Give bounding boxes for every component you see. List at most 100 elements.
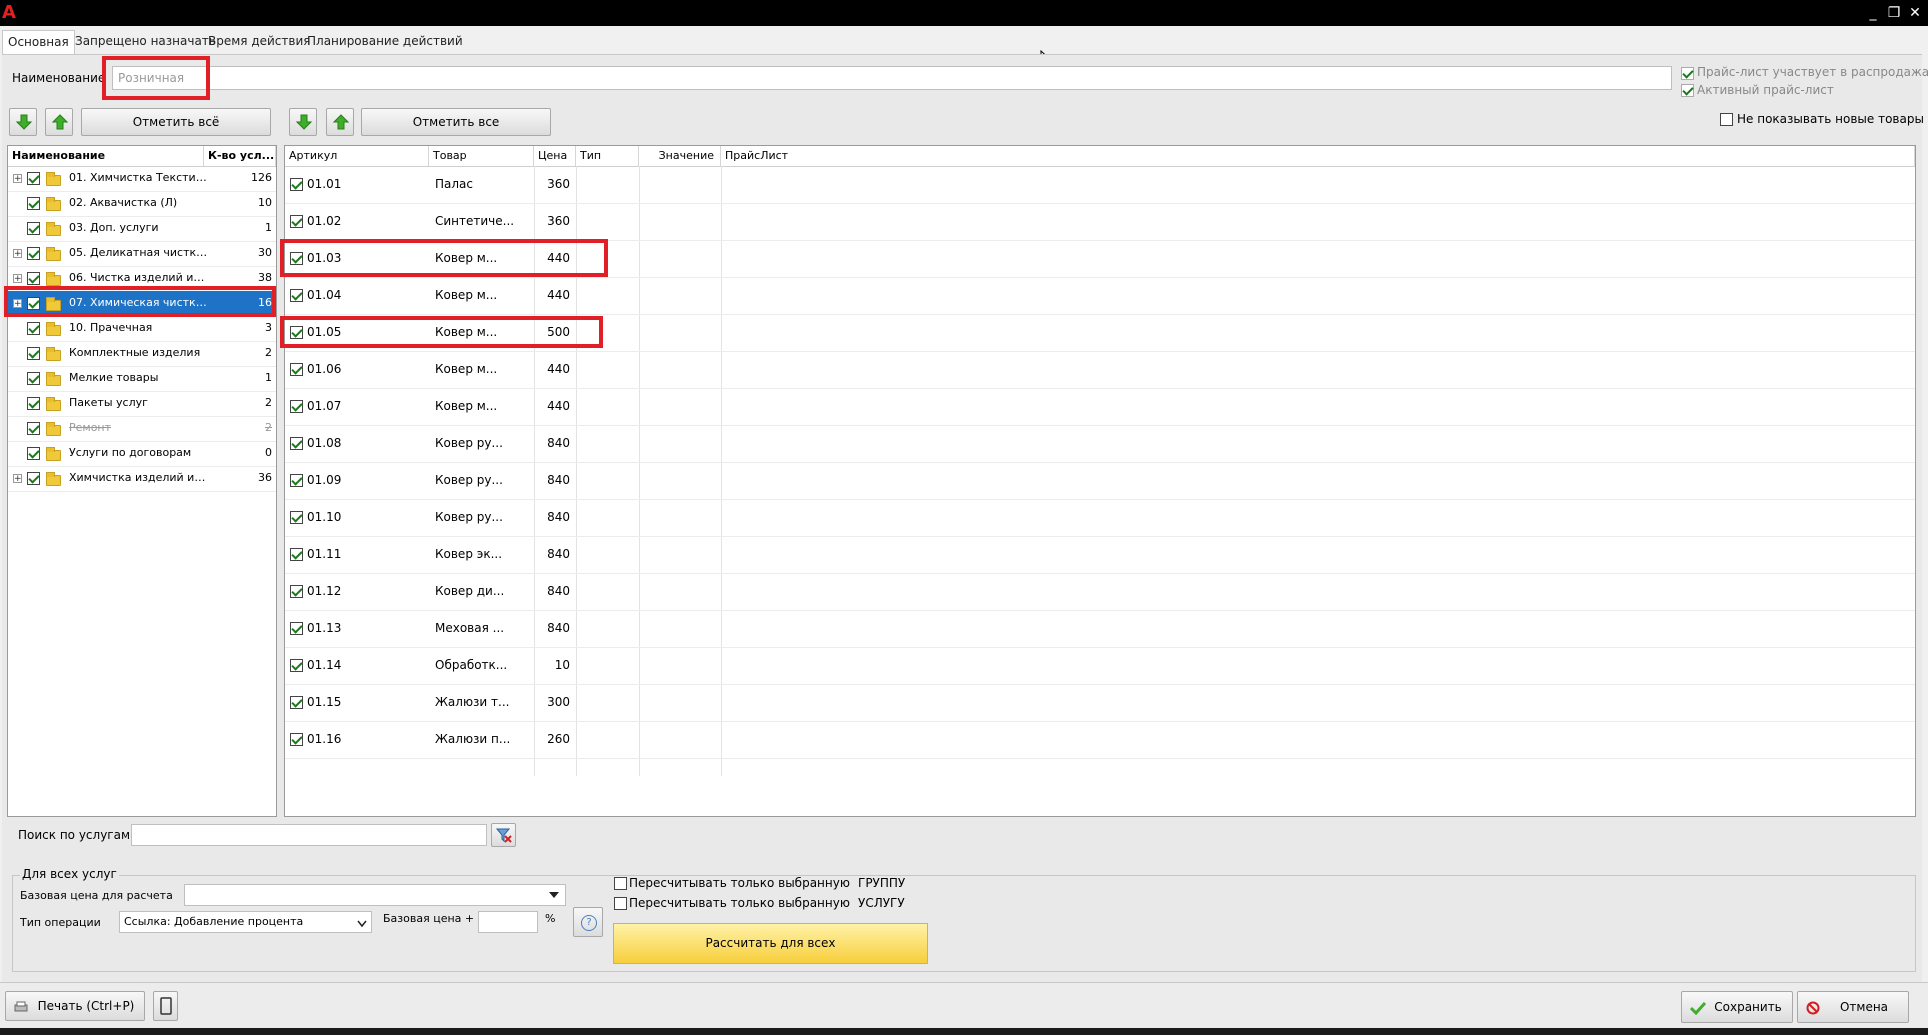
base-price-select[interactable] xyxy=(184,884,566,906)
tab-main[interactable]: Основная xyxy=(2,30,75,55)
expand-toggle-icon[interactable]: + xyxy=(13,249,22,259)
grid-row[interactable]: 01.14 Обработк... 10 xyxy=(285,647,1915,685)
close-button[interactable]: ✕ xyxy=(1906,4,1924,22)
sales-checkbox[interactable] xyxy=(1681,67,1694,80)
grid-row-checkbox[interactable] xyxy=(290,289,303,302)
tree-row-checkbox[interactable] xyxy=(27,322,40,335)
grid-row[interactable]: 01.04 Ковер м... 440 xyxy=(285,277,1915,315)
grid-row-checkbox[interactable] xyxy=(290,548,303,561)
grid-row-checkbox[interactable] xyxy=(290,474,303,487)
grid-row-checkbox[interactable] xyxy=(290,733,303,746)
tree-row-checkbox[interactable] xyxy=(27,172,40,185)
grid-row-checkbox[interactable] xyxy=(290,696,303,709)
grid-row-checkbox[interactable] xyxy=(290,178,303,191)
grid-row-checkbox[interactable] xyxy=(290,511,303,524)
cancel-button[interactable]: Отмена xyxy=(1797,991,1909,1023)
grid-row-checkbox[interactable] xyxy=(290,215,303,228)
grid-col-item[interactable]: Товар xyxy=(429,146,534,166)
grid-col-price[interactable]: Цена xyxy=(534,146,576,166)
tree-col-count[interactable]: К-во усл... xyxy=(204,146,276,166)
grid-cell-article: 01.15 xyxy=(307,695,342,709)
grid-row-checkbox[interactable] xyxy=(290,659,303,672)
tree-row-checkbox[interactable] xyxy=(27,397,40,410)
tree-row-checkbox[interactable] xyxy=(27,222,40,235)
tree-row-checkbox[interactable] xyxy=(27,197,40,210)
grid-row[interactable]: 01.07 Ковер м... 440 xyxy=(285,388,1915,426)
grid-row[interactable]: 01.09 Ковер ру... 840 xyxy=(285,462,1915,500)
tree-row-checkbox[interactable] xyxy=(27,422,40,435)
grid-row[interactable]: 01.01 Палас 360 xyxy=(285,166,1915,204)
tree-row-checkbox[interactable] xyxy=(27,472,40,485)
grid-row[interactable]: 01.13 Меховая ... 840 xyxy=(285,610,1915,648)
print-button[interactable]: Печать (Ctrl+P) xyxy=(5,991,145,1021)
tree-row-checkbox[interactable] xyxy=(27,372,40,385)
base-plus-input[interactable] xyxy=(478,911,538,933)
grid-row[interactable]: 01.08 Ковер ру... 840 xyxy=(285,425,1915,463)
grid-row-checkbox[interactable] xyxy=(290,585,303,598)
tree-row[interactable]: Комплектные изделия 2 xyxy=(8,341,276,367)
move-down-button[interactable] xyxy=(9,108,37,136)
grid-row[interactable]: 01.12 Ковер ди... 840 xyxy=(285,573,1915,611)
grid-col-value[interactable]: Значение xyxy=(639,146,721,166)
tree-row[interactable]: 03. Доп. услуги 1 xyxy=(8,216,276,242)
move-up-button[interactable] xyxy=(45,108,73,136)
grid-cell-price: 300 xyxy=(547,695,570,709)
grid-row[interactable]: 01.06 Ковер м... 440 xyxy=(285,351,1915,389)
mark-all-right-button[interactable]: Отметить все xyxy=(361,108,551,136)
grid-row-checkbox[interactable] xyxy=(290,363,303,376)
hide-new-label: Не показывать новые товары xyxy=(1737,112,1924,126)
save-button[interactable]: Сохранить xyxy=(1681,991,1793,1023)
mark-all-left-button[interactable]: Отметить всё xyxy=(81,108,271,136)
tree-row[interactable]: +01. Химчистка Текстиля 126 xyxy=(8,166,276,192)
op-type-select[interactable]: Ссылка: Добавление процента xyxy=(119,911,372,933)
tree-row[interactable]: + Химчистка изделий из меха 36 xyxy=(8,466,276,492)
tree-row[interactable]: +05. Деликатная чистка ... 30 xyxy=(8,241,276,267)
recalc-service-checkbox[interactable] xyxy=(614,897,627,910)
move-up-right-button[interactable] xyxy=(326,108,354,136)
expand-toggle-icon[interactable]: + xyxy=(13,474,22,484)
tree-row[interactable]: Мелкие товары 1 xyxy=(8,366,276,392)
category-tree[interactable]: Наименование К-во усл... +01. Химчистка … xyxy=(7,145,277,817)
active-checkbox[interactable] xyxy=(1681,84,1694,97)
grid-row-checkbox[interactable] xyxy=(290,400,303,413)
tab-validity[interactable]: Время действия xyxy=(203,30,315,54)
tree-row-checkbox[interactable] xyxy=(27,272,40,285)
folder-icon xyxy=(46,247,61,261)
name-input[interactable]: Розничная xyxy=(118,71,184,85)
restore-button[interactable]: ❐ xyxy=(1885,4,1903,22)
clear-filter-button[interactable] xyxy=(491,823,516,847)
tab-forbidden[interactable]: Запрещено назначать xyxy=(70,30,221,54)
move-down-right-button[interactable] xyxy=(289,108,317,136)
tree-row-checkbox[interactable] xyxy=(27,347,40,360)
grid-row-checkbox[interactable] xyxy=(290,622,303,635)
grid-col-article[interactable]: Артикул xyxy=(285,146,429,166)
tree-row[interactable]: Ремонт 2 xyxy=(8,416,276,442)
grid-row[interactable]: 01.16 Жалюзи п... 260 xyxy=(285,721,1915,759)
tree-row[interactable]: 10. Прачечная 3 xyxy=(8,316,276,342)
grid-col-type[interactable]: Тип xyxy=(576,146,639,166)
tree-row-checkbox[interactable] xyxy=(27,247,40,260)
tree-row[interactable]: Услуги по договорам 0 xyxy=(8,441,276,467)
folder-icon xyxy=(46,172,61,186)
hide-new-checkbox[interactable] xyxy=(1720,113,1733,126)
grid-row-checkbox[interactable] xyxy=(290,437,303,450)
search-input[interactable] xyxy=(131,824,487,846)
tree-row[interactable]: 02. Аквачистка (Л) 10 xyxy=(8,191,276,217)
grid-row[interactable]: 01.11 Ковер эк... 840 xyxy=(285,536,1915,574)
minimize-button[interactable]: _ xyxy=(1864,4,1882,22)
grid-col-pricelist[interactable]: ПрайсЛист xyxy=(721,146,1915,166)
tree-col-name[interactable]: Наименование xyxy=(8,146,204,166)
expand-toggle-icon[interactable]: + xyxy=(13,274,22,284)
calc-all-button[interactable]: Рассчитать для всех xyxy=(613,923,928,964)
grid-row[interactable]: 01.02 Синтетиче... 360 xyxy=(285,203,1915,241)
tree-row-checkbox[interactable] xyxy=(27,447,40,460)
recalc-group-checkbox[interactable] xyxy=(614,877,627,890)
sales-label: Прайс-лист участвует в распродажах xyxy=(1697,65,1928,79)
expand-toggle-icon[interactable]: + xyxy=(13,174,22,184)
grid-row[interactable]: 01.10 Ковер ру... 840 xyxy=(285,499,1915,537)
tab-planning[interactable]: Планирование действий xyxy=(302,30,468,54)
help-button[interactable]: ? xyxy=(573,907,603,937)
grid-row[interactable]: 01.15 Жалюзи т... 300 xyxy=(285,684,1915,722)
device-button[interactable] xyxy=(153,991,178,1021)
tree-row[interactable]: Пакеты услуг 2 xyxy=(8,391,276,417)
